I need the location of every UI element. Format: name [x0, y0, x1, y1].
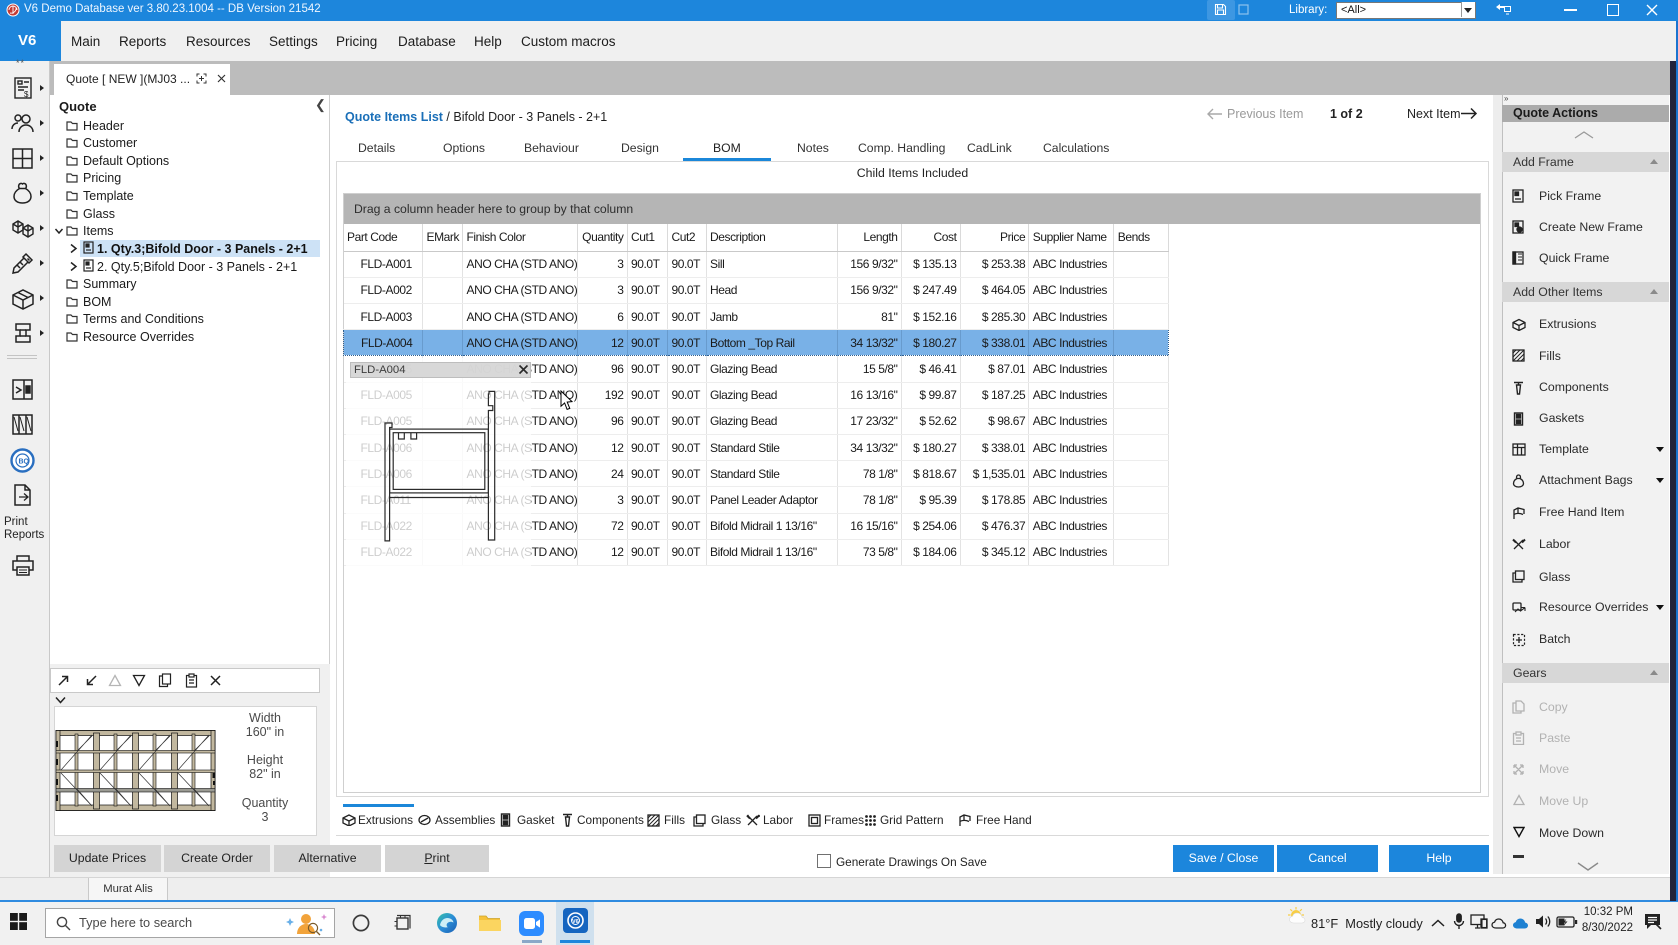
- svg-text:BQ: BQ: [19, 459, 30, 466]
- svg-text:V6: V6: [572, 919, 579, 925]
- svg-text:$: $: [24, 90, 29, 99]
